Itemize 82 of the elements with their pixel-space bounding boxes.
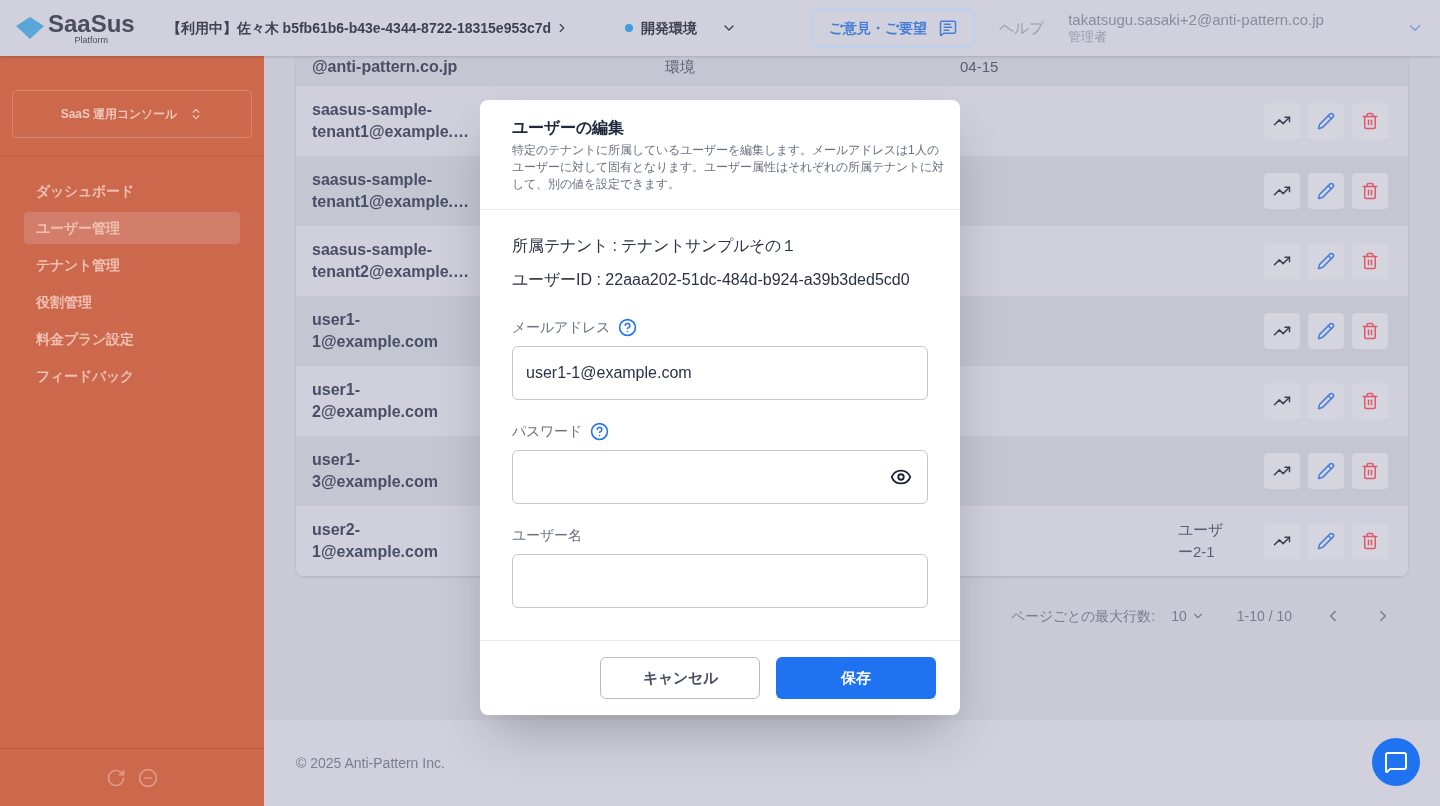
delete-button[interactable]	[1352, 383, 1388, 419]
table-cell-text: saasus-sample-tenant1@example.…	[312, 100, 470, 142]
circle-minus-icon[interactable]	[138, 767, 158, 788]
help-icon[interactable]	[618, 317, 637, 337]
delete-button[interactable]	[1352, 243, 1388, 279]
sidebar-item[interactable]: 料金プラン設定	[24, 323, 240, 355]
edit-button[interactable]	[1308, 523, 1344, 559]
save-button[interactable]: 保存	[776, 657, 936, 699]
feedback-button[interactable]: ご意見・ご要望	[811, 8, 976, 48]
sidebar-item[interactable]: テナント管理	[24, 249, 240, 281]
table-cell-text: ユーザー2-1	[1178, 520, 1224, 562]
table-cell-text: @anti-pattern.co.jp	[312, 57, 459, 77]
environment-select[interactable]: 開発環境	[625, 17, 738, 39]
delete-button[interactable]	[1352, 453, 1388, 489]
trash-icon	[1361, 182, 1379, 200]
pencil-icon	[1317, 392, 1335, 410]
chart-button[interactable]	[1264, 453, 1300, 489]
table-cell-text: user1-1@example.com	[312, 310, 439, 352]
logo-subtitle: Platform	[74, 35, 109, 45]
trash-icon	[1361, 322, 1379, 340]
rows-per-page-label: ページごとの最大行数:	[1011, 606, 1156, 626]
field-label: ユーザー名	[512, 525, 582, 545]
tenant-breadcrumb[interactable]: 【利用中】佐々木 b5fb61b6-b43e-4344-8722-18315e953c7d	[166, 17, 570, 39]
logo-icon	[16, 17, 44, 39]
logo-text: SaaSus	[48, 11, 135, 36]
chart-button[interactable]	[1264, 173, 1300, 209]
edit-button[interactable]	[1308, 243, 1344, 279]
trash-icon	[1361, 392, 1379, 410]
sidebar-item[interactable]: ダッシュボード	[24, 175, 240, 207]
edit-button[interactable]	[1308, 173, 1344, 209]
pencil-icon	[1317, 182, 1335, 200]
trash-icon	[1361, 532, 1379, 550]
rows-per-page-select[interactable]: 10	[1171, 605, 1205, 627]
field-label: パスワード	[512, 421, 582, 441]
table-cell-text: 04-15	[960, 57, 1000, 77]
pencil-icon	[1317, 462, 1335, 480]
pencil-icon	[1317, 252, 1335, 270]
chat-icon	[1384, 750, 1408, 774]
tenant-info: 所属テナント : テナントサンプルその１	[512, 236, 799, 256]
dialog-title: ユーザーの編集	[512, 118, 625, 138]
delete-button[interactable]	[1352, 103, 1388, 139]
table-cell-text: user2-1@example.com	[312, 520, 439, 562]
input-field[interactable]	[512, 554, 928, 608]
edit-button[interactable]	[1308, 103, 1344, 139]
delete-button[interactable]	[1352, 313, 1388, 349]
pencil-icon	[1317, 532, 1335, 550]
password-field[interactable]	[512, 450, 928, 504]
trash-icon	[1361, 252, 1379, 270]
table-cell-text: 環境	[665, 57, 696, 77]
chart-button[interactable]	[1264, 523, 1300, 559]
sidebar-item[interactable]: フィードバック	[24, 360, 240, 392]
cancel-button[interactable]: キャンセル	[600, 657, 760, 699]
sidebar-item[interactable]: ユーザー管理	[24, 212, 240, 244]
edit-button[interactable]	[1308, 313, 1344, 349]
field-label: メールアドレス	[512, 317, 610, 337]
refresh-icon[interactable]	[106, 767, 126, 788]
console-switch[interactable]: SaaS 運用コンソール	[12, 90, 252, 138]
table-cell-text: user1-2@example.com	[312, 380, 439, 422]
table-cell-text: saasus-sample-tenant1@example.…	[312, 170, 470, 212]
dialog-description: 特定のテナントに所属しているユーザーを編集します。メールアドレスは1人のユーザーに対して固有となります。ユーザー属性はそれぞれの所属テナントに対して、別の値を設定できます。	[512, 142, 944, 193]
trash-icon	[1361, 112, 1379, 130]
table-cell-text: saasus-sample-tenant2@example.…	[312, 240, 470, 282]
trash-icon	[1361, 462, 1379, 480]
chart-button[interactable]	[1264, 243, 1300, 279]
user-email: takatsugu.sasaki+2@anti-pattern.co.jp	[1068, 10, 1324, 30]
chart-button[interactable]	[1264, 103, 1300, 139]
delete-button[interactable]	[1352, 173, 1388, 209]
edit-button[interactable]	[1308, 453, 1344, 489]
pencil-icon	[1317, 112, 1335, 130]
input-field[interactable]: user1-1@example.com	[512, 346, 928, 400]
table-cell-text: user1-3@example.com	[312, 450, 439, 492]
chart-button[interactable]	[1264, 313, 1300, 349]
sidebar-item[interactable]: 役割管理	[24, 286, 240, 318]
page-range: 1-10 / 10	[1236, 606, 1292, 626]
chart-button[interactable]	[1264, 383, 1300, 419]
pencil-icon	[1317, 322, 1335, 340]
copyright-text: © 2025 Anti-Pattern Inc.	[296, 753, 445, 773]
edit-button[interactable]	[1308, 383, 1344, 419]
message-icon	[939, 19, 958, 37]
user-id-info: ユーザーID : 22aaa202-51dc-484d-b924-a39b3ded5cd0	[512, 270, 911, 290]
help-icon[interactable]	[590, 421, 609, 441]
delete-button[interactable]	[1352, 523, 1388, 559]
